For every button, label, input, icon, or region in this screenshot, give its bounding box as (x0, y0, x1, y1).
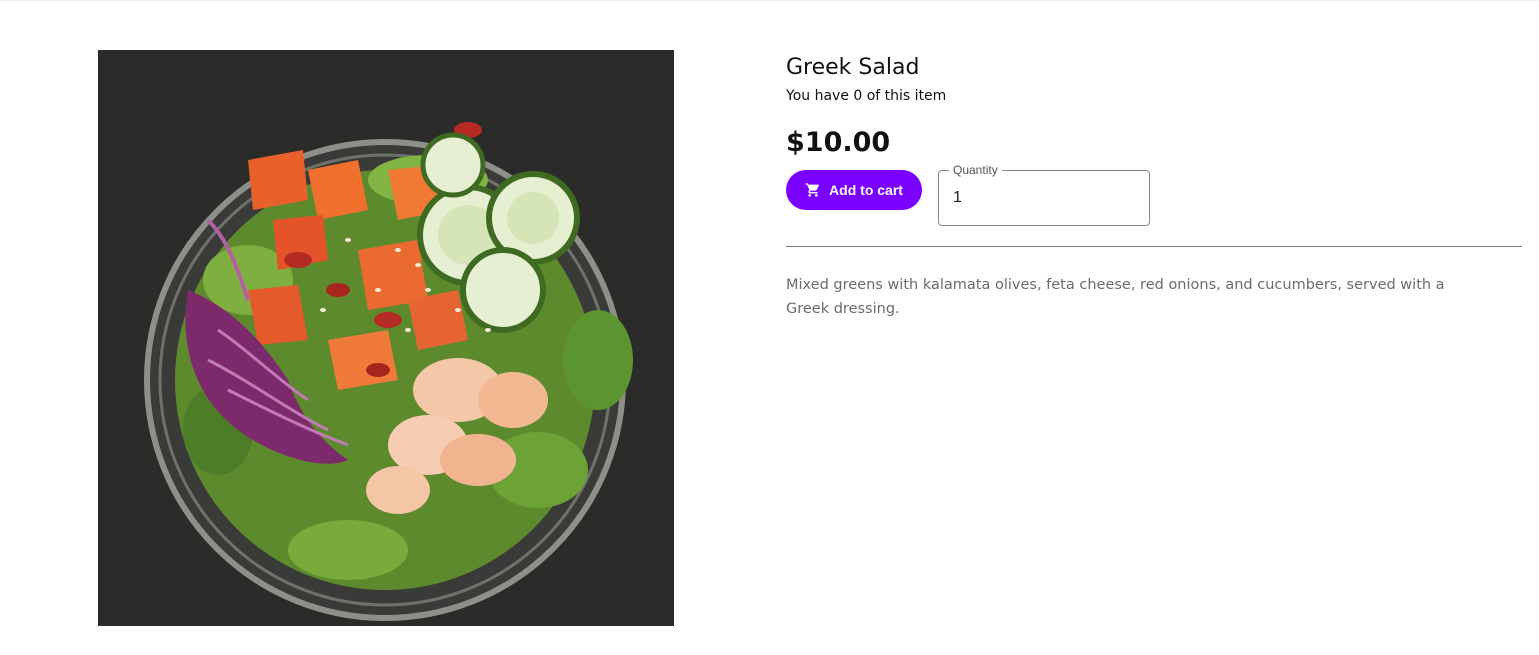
product-price: $10.00 (786, 127, 891, 158)
product-image (98, 50, 674, 626)
add-to-cart-label: Add to cart (829, 182, 903, 198)
top-border (0, 0, 1539, 1)
purchase-actions: Add to cart Quantity (786, 163, 1522, 226)
product-title: Greek Salad (786, 55, 920, 80)
quantity-field: Quantity (938, 163, 1150, 226)
add-to-cart-button[interactable]: Add to cart (786, 170, 922, 210)
shopping-cart-icon (805, 183, 820, 197)
owned-count-text: You have 0 of this item (786, 88, 947, 104)
product-description: Mixed greens with kalamata olives, feta … (786, 277, 1445, 317)
salad-bowl-illustration (98, 50, 674, 626)
quantity-input[interactable] (953, 185, 1133, 211)
section-divider (786, 246, 1522, 247)
product-info: Greek Salad You have 0 of this item $10.… (786, 54, 1522, 321)
quantity-label: Quantity (949, 163, 1002, 177)
